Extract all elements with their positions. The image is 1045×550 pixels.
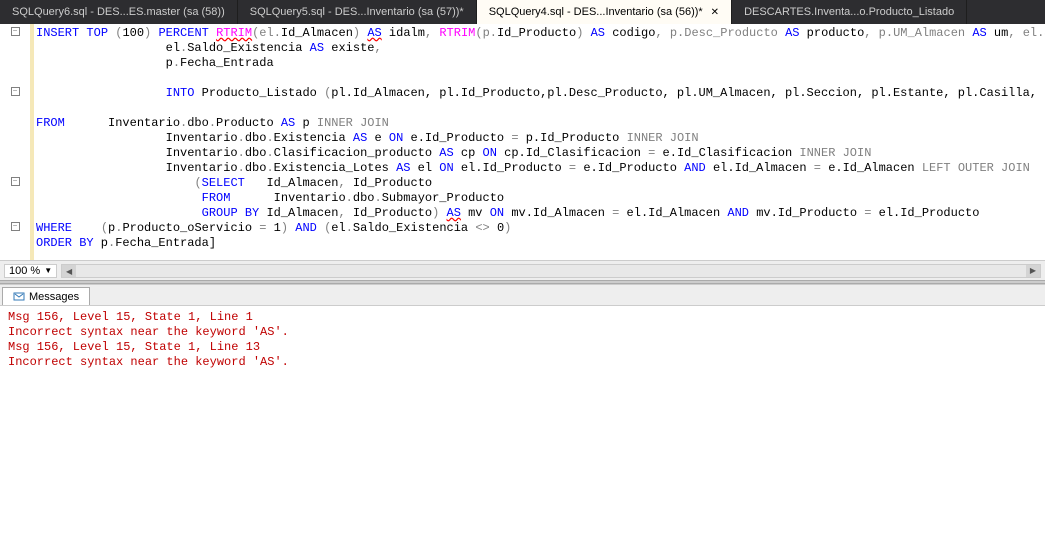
collapse-icon[interactable]: − [11, 222, 20, 231]
code-text[interactable]: INSERT TOP (100) PERCENT RTRIM(el.Id_Alm… [30, 24, 1045, 260]
scroll-right-icon[interactable]: ▶ [1026, 265, 1040, 277]
tab-label: DESCARTES.Inventa...o.Producto_Listado [744, 6, 954, 18]
collapse-icon[interactable]: − [11, 27, 20, 36]
results-tab-label: Messages [29, 291, 79, 303]
scroll-left-icon[interactable]: ◀ [62, 265, 76, 277]
tab-sqlquery5[interactable]: SQLQuery5.sql - DES...Inventario (sa (57… [238, 0, 477, 24]
code-gutter: − − − − [0, 24, 30, 260]
tab-sqlquery4[interactable]: SQLQuery4.sql - DES...Inventario (sa (56… [477, 0, 732, 24]
tab-label: SQLQuery6.sql - DES...ES.master (sa (58)… [12, 6, 225, 18]
results-tabs: Messages [0, 284, 1045, 306]
tab-messages[interactable]: Messages [2, 287, 90, 305]
message-line: Incorrect syntax near the keyword 'AS'. [8, 325, 1037, 340]
tab-descartes[interactable]: DESCARTES.Inventa...o.Producto_Listado [732, 0, 967, 24]
tab-label: SQLQuery5.sql - DES...Inventario (sa (57… [250, 6, 464, 18]
zoom-dropdown[interactable]: 100 % ▼ [4, 264, 57, 278]
zoom-value: 100 % [9, 265, 40, 277]
zoom-bar: 100 % ▼ ◀ ▶ [0, 260, 1045, 280]
code-editor[interactable]: − − − − INSERT TOP (100) PERCENT RTRIM(e… [0, 24, 1045, 260]
collapse-icon[interactable]: − [11, 177, 20, 186]
tab-sqlquery6[interactable]: SQLQuery6.sql - DES...ES.master (sa (58)… [0, 0, 238, 24]
tab-label: SQLQuery4.sql - DES...Inventario (sa (56… [489, 6, 703, 18]
document-tabs: SQLQuery6.sql - DES...ES.master (sa (58)… [0, 0, 1045, 24]
messages-icon [13, 291, 25, 303]
message-line: Incorrect syntax near the keyword 'AS'. [8, 355, 1037, 370]
horizontal-scrollbar[interactable]: ◀ ▶ [61, 264, 1041, 278]
chevron-down-icon: ▼ [44, 266, 52, 275]
message-line: Msg 156, Level 15, State 1, Line 13 [8, 340, 1037, 355]
message-line: Msg 156, Level 15, State 1, Line 1 [8, 310, 1037, 325]
close-icon[interactable]: ✕ [711, 7, 719, 18]
collapse-icon[interactable]: − [11, 87, 20, 96]
messages-panel[interactable]: Msg 156, Level 15, State 1, Line 1 Incor… [0, 306, 1045, 550]
